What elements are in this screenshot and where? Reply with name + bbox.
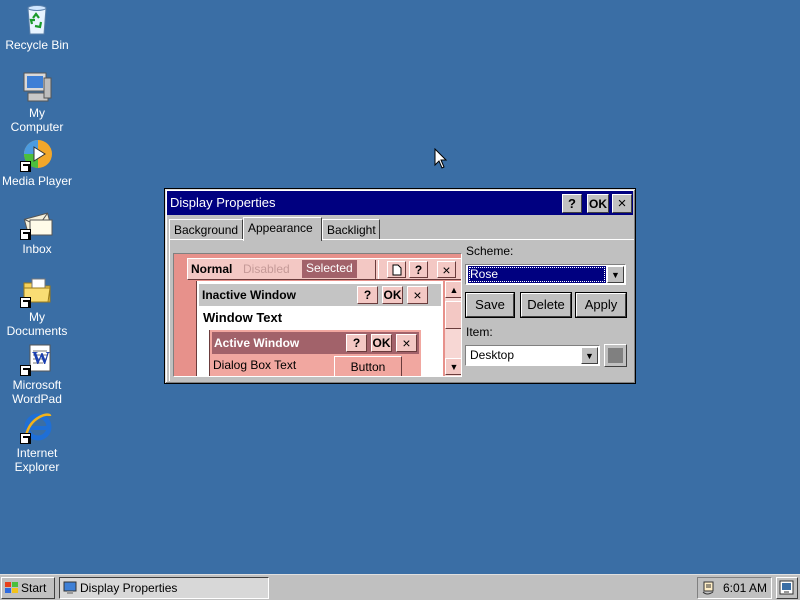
tab-backlight[interactable]: Backlight <box>322 219 380 240</box>
apply-button[interactable]: Apply <box>576 293 626 317</box>
scheme-selected-value: Rose <box>468 266 606 283</box>
inbox-icon <box>20 206 54 240</box>
preview-menu-disabled: Disabled <box>243 262 290 276</box>
show-desktop-button[interactable] <box>776 577 798 599</box>
help-button[interactable]: ? <box>562 194 582 213</box>
item-selected-value: Desktop <box>470 348 515 362</box>
tab-appearance[interactable]: Appearance <box>243 217 322 241</box>
desktop-icon-my-documents[interactable]: My Documents <box>0 274 74 338</box>
preview-inactive-help-button: ? <box>357 286 378 304</box>
recycle-bin-icon <box>20 2 54 36</box>
display-properties-window: Display Properties ? OK × Background App… <box>164 188 636 384</box>
desktop-icon-label: Inbox <box>22 242 52 256</box>
preview-inactive-window: Inactive Window ? OK × Window Text Activ… <box>196 281 443 376</box>
desktop-icon-label: Recycle Bin <box>5 38 69 52</box>
desktop-icon <box>779 580 794 595</box>
folder-icon <box>20 274 54 308</box>
preview-menu-bar: Normal Disabled Selected ? × <box>187 258 461 280</box>
desktop-icon-my-computer[interactable]: My Computer <box>0 70 74 134</box>
desktop-icon-recycle-bin[interactable]: Recycle Bin <box>0 2 74 52</box>
preview-inactive-close-button: × <box>407 286 428 304</box>
scheme-label: Scheme: <box>466 244 514 258</box>
preview-menu-normal: Normal <box>191 262 233 276</box>
start-label: Start <box>21 581 47 595</box>
save-button[interactable]: Save <box>466 293 514 317</box>
preview-active-titlebar: Active Window ? OK × <box>212 332 419 354</box>
close-button[interactable]: × <box>612 194 632 213</box>
internet-explorer-icon <box>20 410 54 444</box>
chevron-down-icon[interactable]: ▼ <box>607 266 624 283</box>
window-title: Display Properties <box>170 195 276 210</box>
preview-active-window: Active Window ? OK × Dialog Box Text But… <box>209 330 421 376</box>
taskbar-button-label: Display Properties <box>80 581 178 595</box>
desktop-icon-label: Media Player <box>1 174 73 188</box>
preview-dialog-text: Dialog Box Text <box>213 358 297 372</box>
preview-menu-selected: Selected <box>302 260 357 278</box>
desktop-icon-internet-explorer[interactable]: Internet Explorer <box>0 410 74 474</box>
media-player-icon <box>20 138 54 172</box>
preview-close-button: × <box>437 261 456 278</box>
preview-help-button: ? <box>409 261 428 278</box>
desktop-icon-media-player[interactable]: Media Player <box>0 138 74 188</box>
preview-inactive-ok-button: OK <box>382 286 403 304</box>
item-label: Item: <box>466 325 493 339</box>
tab-background[interactable]: Background <box>169 219 243 240</box>
ok-button[interactable]: OK <box>587 194 609 213</box>
window-titlebar[interactable]: Display Properties ? OK × <box>167 191 633 215</box>
preview-inactive-title: Inactive Window <box>202 288 296 302</box>
desktop-icon-label: My Computer <box>10 106 64 134</box>
computer-icon <box>20 70 54 104</box>
appearance-preview: Normal Disabled Selected ? × Inactive Wi… <box>173 253 462 377</box>
preview-inactive-titlebar: Inactive Window ? OK × <box>199 284 441 306</box>
preview-window-text: Window Text <box>203 310 283 325</box>
desktop-icon-label: My Documents <box>6 310 68 338</box>
svg-text:W: W <box>32 348 50 368</box>
display-properties-icon <box>63 581 77 594</box>
item-color-button[interactable] <box>604 344 627 367</box>
preview-active-ok-button: OK <box>371 334 392 352</box>
chevron-down-icon[interactable]: ▼ <box>581 347 598 364</box>
scroll-down-arrow-icon: ▼ <box>445 358 461 375</box>
preview-button: Button <box>334 356 402 376</box>
taskbar-button-display-properties[interactable]: Display Properties <box>59 577 269 599</box>
preview-new-document-icon <box>387 261 406 278</box>
desktop-icon-wordpad[interactable]: W Microsoft WordPad <box>0 342 74 406</box>
preview-active-help-button: ? <box>346 334 367 352</box>
mouse-cursor-icon <box>434 148 448 169</box>
desktop-icon-inbox[interactable]: Inbox <box>0 206 74 256</box>
preview-scrollbar: ▲ ▼ <box>445 281 461 376</box>
preview-active-close-button: × <box>396 334 417 352</box>
item-color-swatch <box>608 348 623 363</box>
clock[interactable]: 6:01 AM <box>723 581 767 595</box>
preview-active-title: Active Window <box>214 336 300 350</box>
item-dropdown[interactable]: Desktop ▼ <box>465 345 600 366</box>
desktop-icon-label: Internet Explorer <box>14 446 60 474</box>
desktop-icon-label: Microsoft WordPad <box>12 378 62 406</box>
delete-button[interactable]: Delete <box>521 293 571 317</box>
network-icon[interactable] <box>701 580 717 596</box>
system-tray: 6:01 AM <box>697 577 772 599</box>
start-button[interactable]: Start <box>1 577 55 599</box>
scroll-up-arrow-icon: ▲ <box>445 281 461 298</box>
windows-logo-icon <box>5 582 18 593</box>
wordpad-icon: W <box>20 342 54 376</box>
preview-menu-separator <box>375 260 379 279</box>
scroll-thumb <box>445 301 461 329</box>
scheme-dropdown[interactable]: Rose ▼ <box>465 264 626 285</box>
taskbar: Start Display Properties 6:01 AM <box>0 574 800 600</box>
